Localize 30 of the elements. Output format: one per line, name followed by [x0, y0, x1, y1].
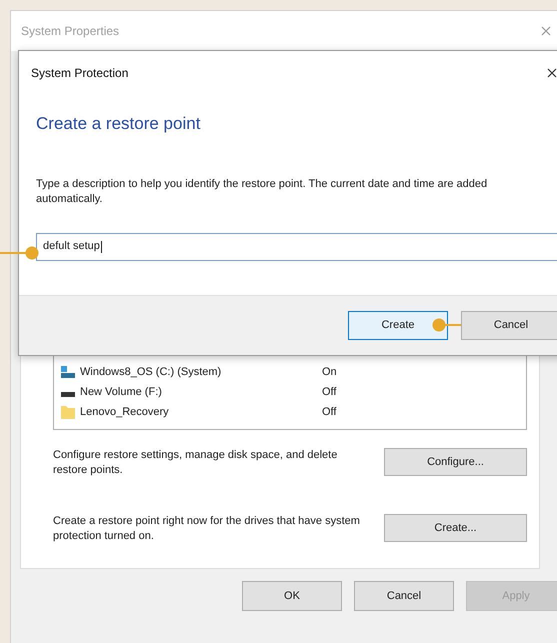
action-button[interactable]: Configure...: [384, 448, 527, 476]
protection-status: Off: [322, 404, 336, 420]
close-icon[interactable]: [547, 68, 557, 78]
description-input[interactable]: defult setup: [36, 232, 557, 260]
action-button[interactable]: Create...: [384, 514, 527, 542]
dialog-button[interactable]: Create: [348, 311, 448, 340]
protection-status: Off: [322, 384, 336, 400]
dialog-description: Type a description to help you identify the restore point. The current date and time are added automatically.: [36, 176, 488, 206]
input-value: defult setup: [43, 239, 100, 254]
action-description: Create a restore point right now for the drives that have system protection turned on.: [53, 514, 361, 544]
dialog-title: System Protection: [31, 65, 128, 82]
dialog-heading: Create a restore point: [36, 113, 202, 135]
drive-name: Windows8_OS (C:) (System): [80, 364, 222, 380]
protection-status: On: [322, 364, 337, 380]
drive-row[interactable]: New Volume (F:) Off: [54, 383, 526, 401]
dialog-button[interactable]: OK: [242, 581, 342, 611]
callout-marker: [432, 318, 461, 332]
drive-icon: [61, 392, 75, 397]
drive-row[interactable]: Lenovo_Recovery Off: [54, 403, 526, 421]
system-drive-icon: [60, 365, 76, 379]
dialog-button[interactable]: Cancel: [461, 311, 557, 340]
window-title: System Properties: [21, 23, 120, 40]
folder-icon: [60, 404, 76, 420]
callout-marker: [0, 246, 40, 260]
drive-name: New Volume (F:): [80, 384, 162, 400]
drive-name: Lenovo_Recovery: [80, 404, 169, 420]
dialog-button[interactable]: Cancel: [354, 581, 454, 611]
drive-row[interactable]: Windows8_OS (C:) (System) On: [54, 363, 526, 381]
action-description: Configure restore settings, manage disk space, and delete restore points.: [53, 448, 338, 478]
text-cursor: [100, 240, 102, 252]
